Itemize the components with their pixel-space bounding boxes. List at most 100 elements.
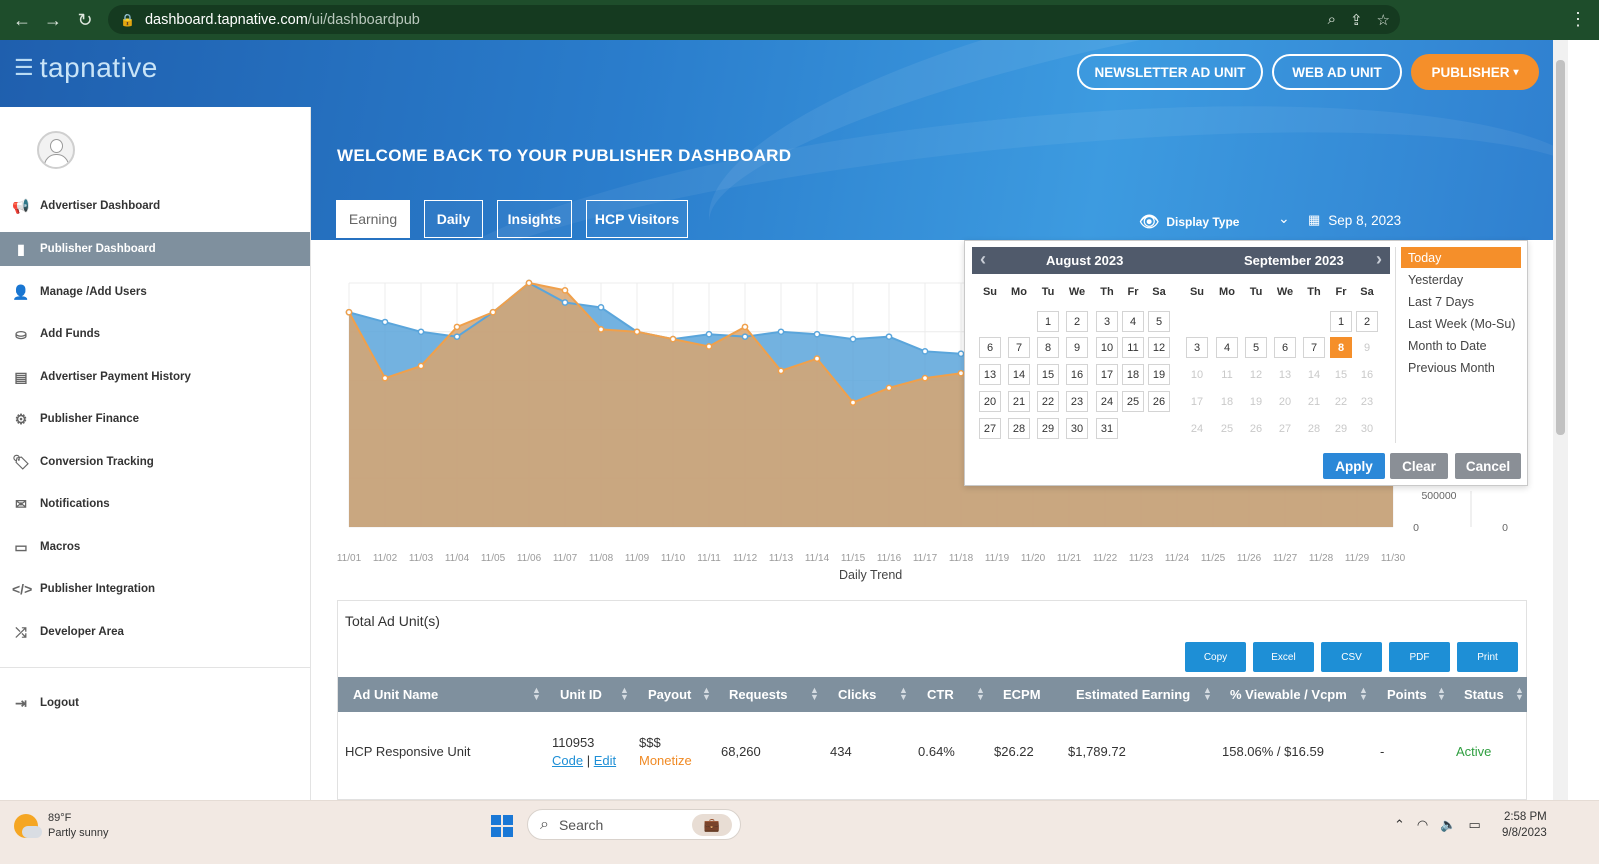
- col-viewable-vcpm[interactable]: % Viewable / Vcpm: [1230, 687, 1347, 702]
- sidebar-item-publisher-dashboard[interactable]: ▮ Publisher Dashboard: [0, 232, 310, 266]
- avatar[interactable]: [37, 131, 75, 169]
- newsletter-ad-unit-button[interactable]: NEWSLETTER AD UNIT: [1077, 54, 1263, 90]
- web-ad-unit-button[interactable]: WEB AD UNIT: [1272, 54, 1402, 90]
- bookmark-star-icon[interactable]: ☆: [1377, 11, 1390, 29]
- calendar-day[interactable]: 6: [979, 337, 1001, 358]
- sort-icon[interactable]: ▲ ▼: [1359, 686, 1368, 702]
- sort-icon[interactable]: ▲ ▼: [810, 686, 819, 702]
- date-picker-trigger[interactable]: ▦ Sep 8, 2023: [1308, 212, 1401, 228]
- calendar-day[interactable]: 12: [1148, 337, 1170, 358]
- sidebar-item-developer-area[interactable]: ⤮ Developer Area: [0, 615, 310, 649]
- col-unit-id[interactable]: Unit ID: [560, 687, 602, 702]
- calendar-day[interactable]: 23: [1066, 391, 1088, 412]
- code-link[interactable]: Code: [552, 753, 583, 768]
- wifi-icon[interactable]: ◠: [1417, 817, 1428, 833]
- range-previous-month[interactable]: Previous Month: [1401, 357, 1521, 378]
- calendar-day[interactable]: 15: [1037, 364, 1059, 385]
- calendar-day[interactable]: 3: [1096, 311, 1118, 332]
- battery-icon[interactable]: ▭: [1468, 817, 1480, 833]
- sidebar-item-manage-users[interactable]: 👤 Manage /Add Users: [0, 275, 310, 309]
- volume-icon[interactable]: 🔈: [1440, 817, 1456, 833]
- calendar-day[interactable]: 25: [1122, 391, 1144, 412]
- clock[interactable]: 2:58 PM 9/8/2023: [1502, 809, 1547, 841]
- reload-icon[interactable]: ↻: [69, 4, 101, 36]
- back-icon[interactable]: ←: [6, 4, 38, 36]
- chevron-up-icon[interactable]: ⌃: [1394, 817, 1405, 833]
- cancel-button[interactable]: Cancel: [1455, 453, 1521, 479]
- calendar-day-selected[interactable]: 8: [1330, 337, 1352, 358]
- share-icon[interactable]: ⇪: [1350, 11, 1363, 29]
- sort-icon[interactable]: ▲ ▼: [1203, 686, 1212, 702]
- tab-daily[interactable]: Daily: [424, 200, 483, 238]
- calendar-day[interactable]: 30: [1066, 418, 1088, 439]
- calendar-day[interactable]: 24: [1096, 391, 1118, 412]
- calendar-day[interactable]: 11: [1122, 337, 1144, 358]
- menu-icon[interactable]: ☰: [14, 55, 34, 81]
- calendar-day[interactable]: 19: [1148, 364, 1170, 385]
- monetize-link[interactable]: Monetize: [639, 753, 692, 768]
- calendar-day[interactable]: 16: [1066, 364, 1088, 385]
- sort-icon[interactable]: ▲ ▼: [976, 686, 985, 702]
- col-requests[interactable]: Requests: [729, 687, 788, 702]
- calendar-day[interactable]: 28: [1008, 418, 1030, 439]
- calendar-day[interactable]: 7: [1008, 337, 1030, 358]
- calendar-day[interactable]: 10: [1096, 337, 1118, 358]
- col-ad-unit-name[interactable]: Ad Unit Name: [353, 687, 438, 702]
- calendar-day[interactable]: 31: [1096, 418, 1118, 439]
- briefcase-icon[interactable]: 💼: [692, 814, 732, 836]
- windows-start-icon[interactable]: [491, 815, 513, 837]
- range-last-week[interactable]: Last Week (Mo-Su): [1401, 313, 1521, 334]
- col-points[interactable]: Points: [1387, 687, 1427, 702]
- edit-link[interactable]: Edit: [594, 753, 616, 768]
- calendar-day[interactable]: 4: [1122, 311, 1144, 332]
- calendar-day[interactable]: 27: [979, 418, 1001, 439]
- calendar-day[interactable]: 5: [1148, 311, 1170, 332]
- apply-button[interactable]: Apply: [1323, 453, 1385, 479]
- sort-icon[interactable]: ▲ ▼: [1515, 686, 1524, 702]
- calendar-day[interactable]: 2: [1356, 311, 1378, 332]
- calendar-day[interactable]: 22: [1037, 391, 1059, 412]
- pdf-button[interactable]: PDF: [1389, 642, 1450, 672]
- sort-icon[interactable]: ▲ ▼: [532, 686, 541, 702]
- calendar-day[interactable]: 26: [1148, 391, 1170, 412]
- calendar-day[interactable]: 6: [1274, 337, 1296, 358]
- sidebar-item-publisher-finance[interactable]: ⚙ Publisher Finance: [0, 402, 310, 436]
- sidebar-item-advertiser-payment-history[interactable]: ▤ Advertiser Payment History: [0, 360, 310, 394]
- print-button[interactable]: Print: [1457, 642, 1518, 672]
- sort-icon[interactable]: ▲ ▼: [702, 686, 711, 702]
- calendar-day[interactable]: 4: [1216, 337, 1238, 358]
- calendar-day[interactable]: 17: [1096, 364, 1118, 385]
- excel-button[interactable]: Excel: [1253, 642, 1314, 672]
- taskbar-search[interactable]: ⌕ Search 💼: [527, 809, 741, 840]
- calendar-day[interactable]: 8: [1037, 337, 1059, 358]
- range-yesterday[interactable]: Yesterday: [1401, 269, 1521, 290]
- sidebar-item-notifications[interactable]: ✉ Notifications: [0, 487, 310, 521]
- clear-button[interactable]: Clear: [1390, 453, 1448, 479]
- calendar-day[interactable]: 3: [1186, 337, 1208, 358]
- sort-icon[interactable]: ▲ ▼: [620, 686, 629, 702]
- sidebar-item-advertiser-dashboard[interactable]: 📢 Advertiser Dashboard: [0, 189, 310, 223]
- calendar-day[interactable]: 1: [1330, 311, 1352, 332]
- calendar-day[interactable]: 14: [1008, 364, 1030, 385]
- calendar-day[interactable]: 2: [1066, 311, 1088, 332]
- page-scrollbar[interactable]: [1553, 40, 1568, 800]
- range-today[interactable]: Today: [1401, 247, 1521, 268]
- calendar-day[interactable]: 18: [1122, 364, 1144, 385]
- sidebar-item-publisher-integration[interactable]: </> Publisher Integration: [0, 572, 310, 606]
- tab-insights[interactable]: Insights: [497, 200, 572, 238]
- address-bar[interactable]: 🔒 dashboard.tapnative.com/ui/dashboardpu…: [108, 5, 1400, 34]
- range-month-to-date[interactable]: Month to Date: [1401, 335, 1521, 356]
- prev-month-icon[interactable]: ‹: [980, 249, 986, 270]
- next-month-icon[interactable]: ›: [1376, 249, 1382, 270]
- csv-button[interactable]: CSV: [1321, 642, 1382, 672]
- calendar-day[interactable]: 7: [1303, 337, 1325, 358]
- scrollbar-thumb[interactable]: [1556, 60, 1565, 435]
- sidebar-item-conversion-tracking[interactable]: 🏷 Conversion Tracking: [0, 445, 310, 479]
- browser-menu-icon[interactable]: ⋮: [1569, 9, 1587, 30]
- copy-button[interactable]: Copy: [1185, 642, 1246, 672]
- forward-icon[interactable]: →: [37, 4, 69, 36]
- col-ecpm[interactable]: ECPM: [1003, 687, 1041, 702]
- calendar-day[interactable]: 5: [1245, 337, 1267, 358]
- sidebar-item-macros[interactable]: ▭ Macros: [0, 530, 310, 564]
- sidebar-item-logout[interactable]: ⇥ Logout: [0, 686, 310, 720]
